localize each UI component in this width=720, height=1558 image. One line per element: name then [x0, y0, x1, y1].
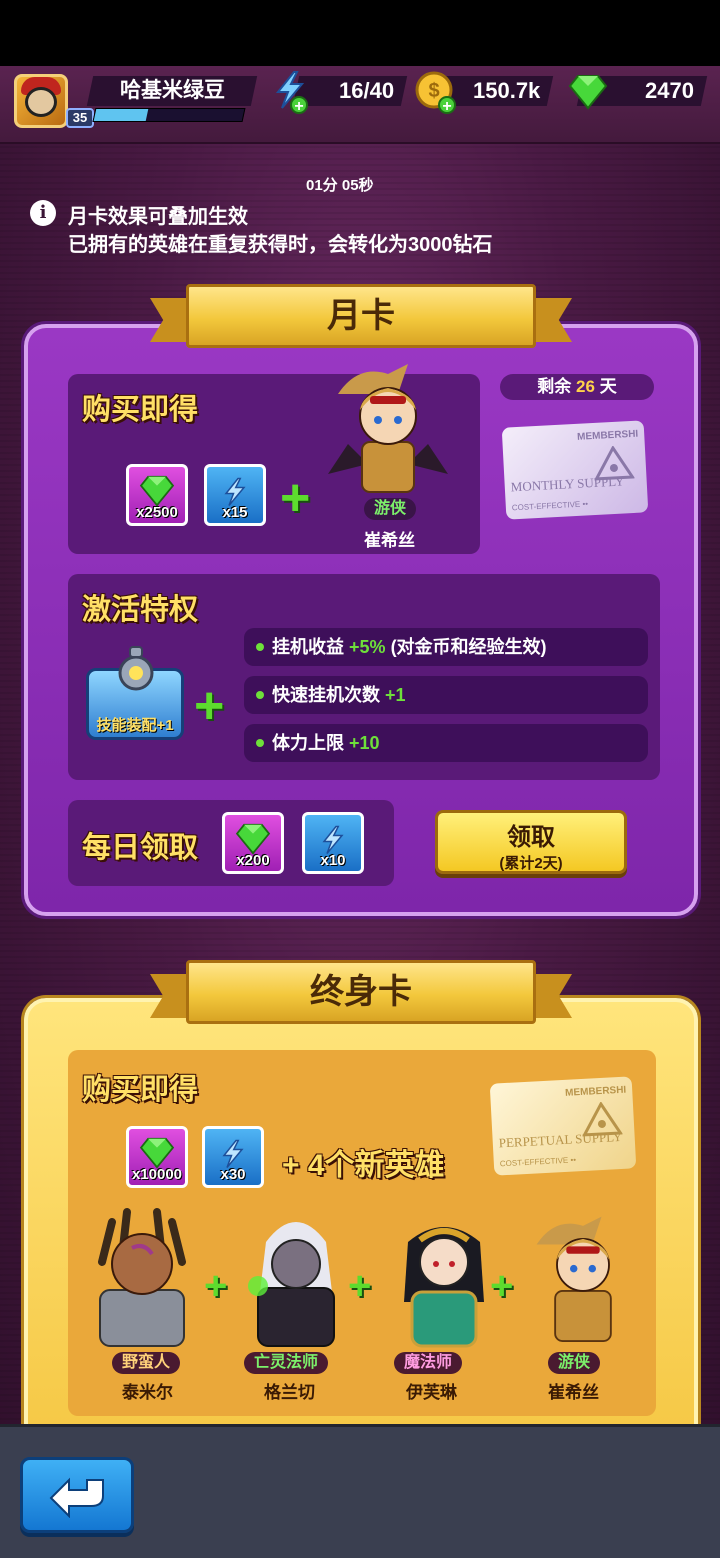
reward-count: x2500 [136, 504, 178, 521]
remaining-value: 26 [576, 377, 595, 396]
remaining-unit: 天 [599, 377, 617, 396]
card-header: MEMBERSHI [564, 1084, 627, 1099]
claim-sub-label: (累计2天) [499, 855, 563, 872]
monthly-title: 月卡 [186, 284, 536, 348]
svg-text:$: $ [428, 80, 439, 102]
player-avatar[interactable] [14, 74, 68, 128]
monthly-gem-reward[interactable]: x2500 [126, 464, 188, 526]
reward-count: x10000 [131, 1166, 183, 1183]
monthly-energy-reward[interactable]: x15 [204, 464, 266, 526]
lifetime-title-ribbon: 终身卡 [150, 960, 572, 1024]
hero-role-badge: 野蛮人 [112, 1352, 181, 1374]
system-status-bar [0, 0, 720, 66]
hero-role-badge: 魔法师 [394, 1352, 463, 1374]
reward-count: x30 [220, 1166, 246, 1183]
card-subtitle: MONTHLY SUPPLY [510, 473, 625, 495]
plus-icon: + [204, 1264, 228, 1308]
hero-name: 泰米尔 [122, 1383, 173, 1402]
back-arrow-icon [49, 1477, 104, 1518]
hero-portrait-taimier[interactable] [82, 1202, 202, 1352]
remaining-label: 剩余 [537, 377, 572, 396]
monthly-title-ribbon: 月卡 [150, 284, 572, 348]
privilege-item: 体力上限 +10 [244, 724, 648, 762]
xp-fill [93, 109, 149, 121]
add-energy-button[interactable]: + [290, 96, 308, 115]
lifetime-buy-title: 购买即得 [82, 1074, 199, 1106]
skill-label: 技能装配+1 [96, 717, 174, 734]
top-resource-bar: 35 哈基米绿豆 16/40 + 01分 05秒 150.7k $ + 2470 [0, 66, 720, 194]
hero-portrait-gelanqie[interactable] [236, 1202, 356, 1352]
hero-role-badge: 亡灵法师 [244, 1352, 329, 1374]
hero-name: 崔希丝 [548, 1383, 599, 1402]
card-cost: COST-EFFECTIVE •• [511, 499, 589, 513]
hero-name: 崔希丝 [364, 531, 415, 550]
green-gem-icon [235, 823, 271, 855]
info-line-2: 已拥有的英雄在重复获得时，会转化为3000钻石 [68, 234, 493, 256]
extra-heroes-label: + 4个新英雄 [282, 1149, 445, 1182]
lifetime-gem-reward[interactable]: x10000 [126, 1126, 188, 1188]
player-level-badge: 35 [66, 108, 94, 128]
monthly-buy-title: 购买即得 [82, 394, 199, 426]
plus-icon: + [490, 1264, 514, 1308]
hero-name: 伊芙琳 [406, 1383, 457, 1402]
hero-name: 格兰切 [264, 1383, 315, 1402]
add-gold-button[interactable]: + [438, 96, 456, 115]
lifetime-title: 终身卡 [186, 960, 536, 1024]
skill-slot-item[interactable]: 技能装配+1 [86, 646, 184, 740]
monthly-membership-card: MEMBERSHI MONTHLY SUPPLY COST-EFFECTIVE … [501, 420, 649, 520]
skill-gear-icon [118, 646, 154, 691]
remaining-days: 剩余 26 天 [500, 374, 654, 400]
privilege-item: 挂机收益 +5% (对金币和经验生效) [244, 628, 648, 666]
hero-role-badge: 游侠 [364, 498, 417, 520]
reward-count: x200 [236, 852, 270, 869]
plus-icon: + [280, 469, 311, 527]
xp-progress-bar [92, 108, 246, 122]
energy-timer: 01分 05秒 [306, 177, 374, 194]
lifetime-membership-card: MEMBERSHI PERPETUAL SUPPLY COST-EFFECTIV… [489, 1076, 637, 1176]
card-subtitle: PERPETUAL SUPPLY [498, 1128, 623, 1151]
daily-title: 每日领取 [82, 832, 199, 864]
claim-button[interactable]: 领取 (累计2天) [435, 810, 627, 874]
privilege-title: 激活特权 [82, 594, 199, 626]
hero-portrait-cuixisi[interactable] [518, 1202, 648, 1352]
green-gem-icon [139, 475, 175, 507]
plus-icon: + [194, 677, 225, 735]
hero-portrait-cuixisi[interactable] [318, 354, 458, 504]
hero-role-badge: 游侠 [548, 1352, 601, 1374]
daily-gem-reward[interactable]: x200 [222, 812, 284, 874]
green-gem-icon [139, 1137, 175, 1169]
green-gem-icon [568, 75, 608, 110]
back-button[interactable] [20, 1457, 134, 1533]
lifetime-energy-reward[interactable]: x30 [202, 1126, 264, 1188]
claim-label: 领取 [507, 824, 555, 851]
reward-count: x15 [222, 504, 248, 521]
gem-value: 2470 [645, 78, 694, 103]
bottom-nav-bar [0, 1424, 720, 1558]
energy-value: 16/40 [338, 78, 394, 103]
card-cost: COST-EFFECTIVE •• [499, 1155, 577, 1169]
info-icon: i [30, 200, 56, 226]
privilege-item: 快速挂机次数 +1 [244, 676, 648, 714]
info-line-1: 月卡效果可叠加生效 [68, 206, 248, 228]
hero-portrait-yifulin[interactable] [384, 1202, 504, 1352]
gold-value: 150.7k [472, 78, 540, 103]
player-name: 哈基米绿豆 [86, 76, 258, 106]
reward-count: x10 [320, 852, 346, 869]
lifetime-card-panel: 购买即得 x10000 x30 + 4个新英雄 MEMBERSHI PERPET… [24, 998, 698, 1428]
card-header: MEMBERSHI [576, 428, 639, 443]
plus-icon: + [348, 1264, 372, 1308]
daily-energy-reward[interactable]: x10 [302, 812, 364, 874]
